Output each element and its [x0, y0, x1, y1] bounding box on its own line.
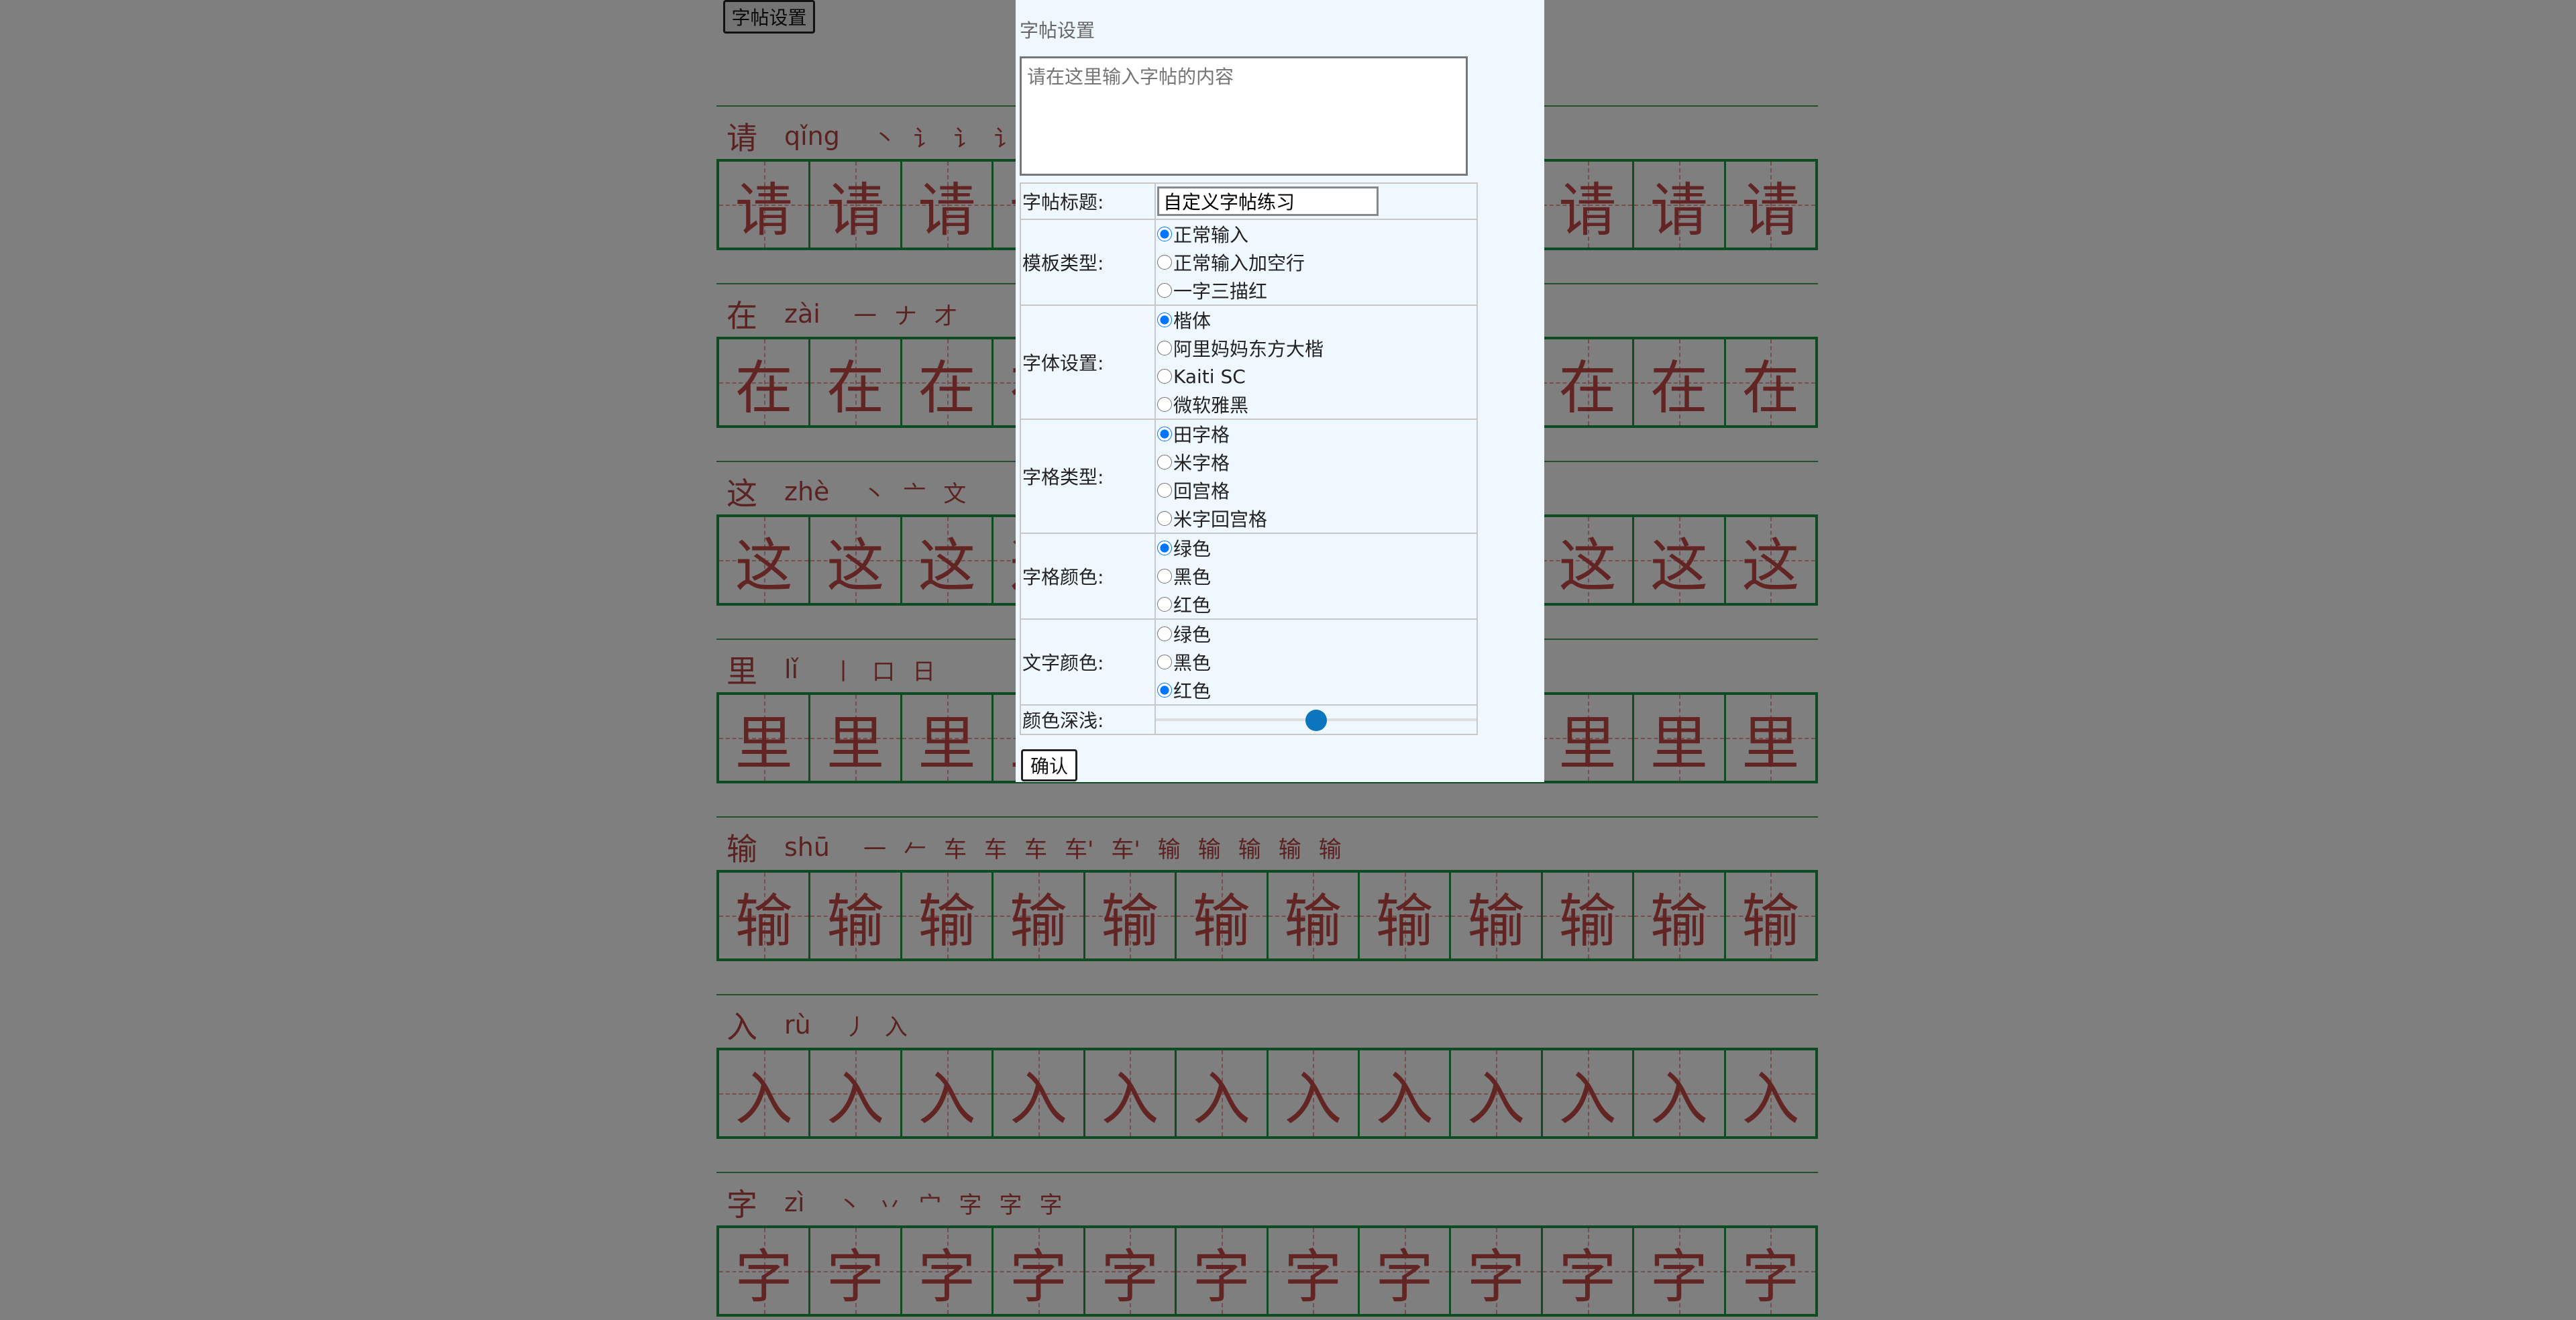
- radio-button[interactable]: [1157, 427, 1172, 441]
- radio-option[interactable]: 正常输入加空行: [1157, 248, 1475, 276]
- settings-label: 字格类型:: [1020, 419, 1156, 534]
- radio-button[interactable]: [1157, 483, 1172, 498]
- radio-option-label: 红色: [1173, 594, 1212, 616]
- settings-row: 字格颜色: 绿色 黑色 红色: [1020, 533, 1478, 620]
- settings-dialog: 字帖设置 字帖标题:模板类型:正常输入正常输入加空行一字三描红字体设置:楷体阿里…: [1016, 0, 1544, 782]
- radio-button[interactable]: [1157, 683, 1172, 698]
- radio-button[interactable]: [1157, 597, 1172, 612]
- radio-button[interactable]: [1157, 369, 1172, 384]
- radio-option[interactable]: 正常输入: [1157, 220, 1475, 248]
- radio-option[interactable]: Kaiti SC: [1157, 362, 1475, 390]
- dialog-title: 字帖设置: [1020, 19, 1095, 42]
- radio-button[interactable]: [1157, 455, 1172, 470]
- color-depth-slider[interactable]: [1155, 704, 1478, 735]
- radio-option-label: 正常输入: [1173, 224, 1249, 246]
- radio-button[interactable]: [1157, 313, 1172, 327]
- settings-label: 字体设置:: [1020, 305, 1156, 420]
- radio-option-label: 微软雅黑: [1173, 394, 1249, 417]
- radio-option[interactable]: 黑色: [1157, 648, 1475, 676]
- radio-button[interactable]: [1157, 511, 1172, 526]
- title-field-cell: [1155, 182, 1478, 220]
- radio-option-label: 红色: [1173, 680, 1212, 702]
- settings-label: 颜色深浅:: [1020, 704, 1156, 735]
- radio-button[interactable]: [1157, 341, 1172, 355]
- radio-option[interactable]: 微软雅黑: [1157, 390, 1475, 419]
- radio-option-label: 回宫格: [1173, 480, 1230, 502]
- radio-option-label: 绿色: [1173, 624, 1212, 646]
- slider-thumb[interactable]: [1305, 710, 1327, 731]
- content-textarea[interactable]: [1020, 56, 1468, 176]
- settings-label: 字格颜色:: [1020, 533, 1156, 620]
- radio-button[interactable]: [1157, 227, 1172, 241]
- radio-group: 田字格米字格回宫格米字回宫格: [1155, 419, 1478, 534]
- radio-option[interactable]: 红色: [1157, 590, 1475, 618]
- settings-row: 字帖标题:: [1020, 182, 1478, 220]
- radio-option-label: 绿色: [1173, 538, 1212, 560]
- radio-option-label: Kaiti SC: [1173, 365, 1246, 388]
- settings-label: 模板类型:: [1020, 219, 1156, 306]
- radio-option-label: 正常输入加空行: [1173, 252, 1305, 274]
- radio-option-label: 田字格: [1173, 424, 1230, 446]
- settings-label: 文字颜色:: [1020, 618, 1156, 706]
- radio-option[interactable]: 一字三描红: [1157, 276, 1475, 305]
- radio-group: 绿色 黑色 红色: [1155, 533, 1478, 620]
- radio-option[interactable]: 黑色: [1157, 562, 1475, 590]
- radio-option[interactable]: 楷体: [1157, 306, 1475, 334]
- radio-group: 正常输入正常输入加空行 一字三描红: [1155, 219, 1478, 306]
- radio-button[interactable]: [1157, 541, 1172, 555]
- radio-option-label: 一字三描红: [1173, 280, 1268, 302]
- settings-row: 颜色深浅:: [1020, 704, 1478, 735]
- title-input[interactable]: [1157, 186, 1379, 216]
- radio-option[interactable]: 绿色: [1157, 534, 1475, 562]
- radio-option[interactable]: 米字回宫格: [1157, 504, 1475, 533]
- radio-button[interactable]: [1157, 569, 1172, 584]
- settings-row: 模板类型: 正常输入 正常输入加空行 一字三描红: [1020, 219, 1478, 306]
- radio-option[interactable]: 绿色: [1157, 620, 1475, 648]
- radio-button[interactable]: [1157, 626, 1172, 641]
- radio-option-label: 黑色: [1173, 566, 1212, 588]
- radio-option-label: 阿里妈妈东方大楷: [1173, 338, 1324, 360]
- radio-button[interactable]: [1157, 283, 1172, 298]
- radio-group: 绿色 黑色 红色: [1155, 618, 1478, 706]
- radio-button[interactable]: [1157, 255, 1172, 270]
- radio-option-label: 黑色: [1173, 652, 1212, 674]
- radio-option[interactable]: 回宫格: [1157, 476, 1475, 504]
- radio-option[interactable]: 阿里妈妈东方大楷: [1157, 334, 1475, 362]
- radio-option[interactable]: 米字格: [1157, 448, 1475, 476]
- confirm-button[interactable]: 确认: [1021, 749, 1077, 781]
- settings-row: 字体设置: 楷体阿里妈妈东方大楷 Kaiti SC 微软雅黑: [1020, 305, 1478, 420]
- radio-button[interactable]: [1157, 655, 1172, 669]
- radio-button[interactable]: [1157, 397, 1172, 412]
- settings-table: 字帖标题:模板类型:正常输入正常输入加空行一字三描红字体设置:楷体阿里妈妈东方大…: [1020, 182, 1478, 735]
- radio-option[interactable]: 田字格: [1157, 420, 1475, 448]
- settings-label: 字帖标题:: [1020, 182, 1156, 220]
- settings-row: 字格类型: 田字格 米字格 回宫格 米字回宫格: [1020, 419, 1478, 534]
- radio-option-label: 米字回宫格: [1173, 508, 1268, 531]
- radio-option[interactable]: 红色: [1157, 676, 1475, 704]
- radio-option-label: 楷体: [1173, 310, 1212, 332]
- radio-option-label: 米字格: [1173, 452, 1230, 474]
- radio-group: 楷体阿里妈妈东方大楷 Kaiti SC 微软雅黑: [1155, 305, 1478, 420]
- settings-row: 文字颜色: 绿色 黑色 红色: [1020, 618, 1478, 706]
